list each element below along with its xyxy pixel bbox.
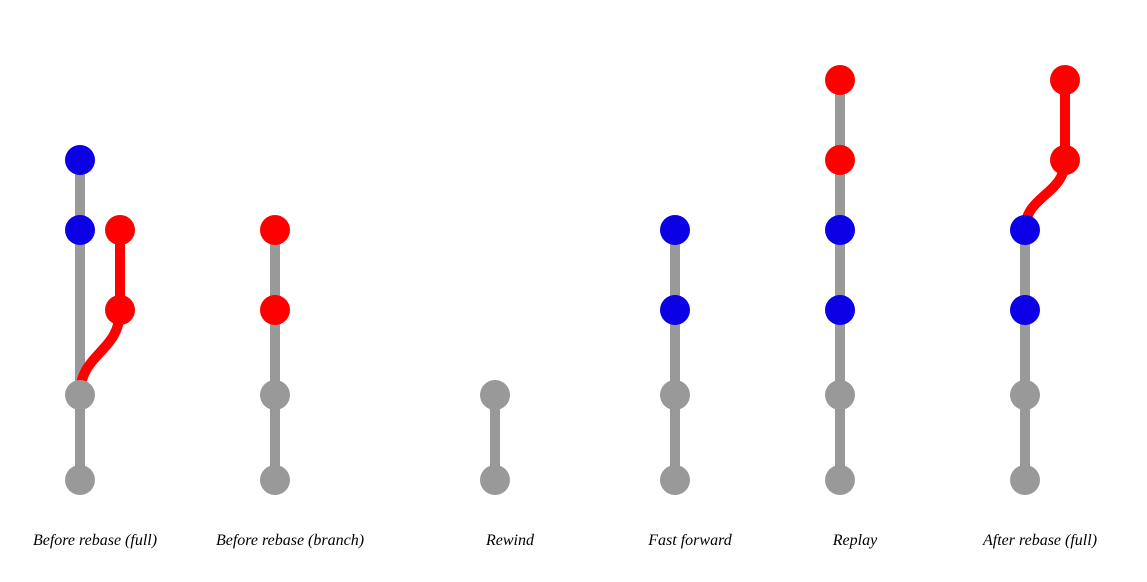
panel-after-full: After rebase (full) [945,0,1135,560]
commit-dot-blue [660,295,690,325]
caption-replay: Replay [760,532,950,550]
commit-dot-red [825,145,855,175]
graph-replay [760,0,960,520]
panel-rewind: Rewind [415,0,605,560]
commit-dot-gray [660,380,690,410]
commit-dot-gray [480,465,510,495]
commit-dot-red [1050,65,1080,95]
commit-dot-gray [1010,380,1040,410]
commit-dot-blue [65,145,95,175]
commit-dot-gray [825,465,855,495]
commit-dot-red [260,295,290,325]
commit-dot-gray [660,465,690,495]
caption-before-branch: Before rebase (branch) [195,532,385,550]
commit-dot-blue [1010,215,1040,245]
panel-before-full: Before rebase (full) [0,0,190,560]
graph-after-full [945,0,1145,520]
commit-dot-gray [260,380,290,410]
caption-after-full: After rebase (full) [945,532,1135,550]
commit-dot-gray [65,465,95,495]
commit-dot-gray [480,380,510,410]
commit-dot-blue [65,215,95,245]
commit-dot-red [105,295,135,325]
panel-before-branch: Before rebase (branch) [195,0,385,560]
commit-dot-blue [825,295,855,325]
commit-dot-red [825,65,855,95]
caption-fast-forward: Fast forward [595,532,785,550]
commit-dot-gray [260,465,290,495]
commit-dot-blue [660,215,690,245]
caption-rewind: Rewind [415,532,605,550]
commit-dot-red [105,215,135,245]
graph-before-full [0,0,200,520]
graph-rewind [415,0,615,520]
caption-before-full: Before rebase (full) [0,532,190,550]
commit-dot-red [260,215,290,245]
commit-dot-blue [825,215,855,245]
graph-before-branch [195,0,395,520]
commit-dot-gray [825,380,855,410]
commit-dot-gray [1010,465,1040,495]
panel-replay: Replay [760,0,950,560]
commit-dot-gray [65,380,95,410]
commit-dot-red [1050,145,1080,175]
commit-dot-blue [1010,295,1040,325]
panel-fast-forward: Fast forward [595,0,785,560]
